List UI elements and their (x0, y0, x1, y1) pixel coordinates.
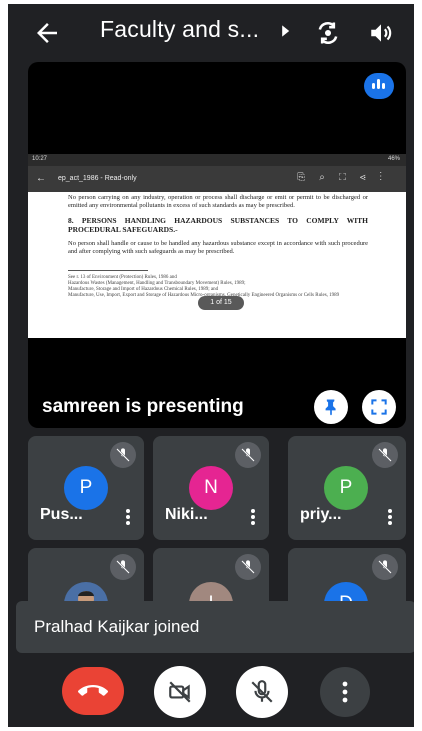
end-call-icon (78, 685, 108, 696)
back-arrow-icon[interactable] (32, 18, 62, 48)
mic-muted-badge (235, 442, 261, 468)
mic-muted-badge (110, 554, 136, 580)
shared-battery: 46% (387, 156, 400, 162)
more-vert-icon[interactable] (388, 509, 392, 525)
mic-off-icon (378, 448, 392, 462)
doc-heading: 8. PERSONS HANDLING HAZARDOUS SUBSTANCES… (68, 216, 368, 234)
participant-tile[interactable]: P priy... (288, 436, 406, 540)
audio-level-indicator (364, 73, 394, 99)
more-vert-icon[interactable] (126, 509, 130, 525)
mic-toggle-button[interactable] (236, 666, 288, 718)
shared-app-bar: ← ep_act_1986 - Read-only ⎘⌕⛶⋖⋮ (28, 166, 406, 192)
page-indicator: 1 of 15 (198, 296, 244, 310)
mic-muted-badge (372, 554, 398, 580)
mic-muted-badge (110, 442, 136, 468)
presenting-label: samreen is presenting (42, 396, 244, 417)
camera-toggle-button[interactable] (154, 666, 206, 718)
shared-clock: 10:27 (32, 156, 48, 162)
switch-camera-icon[interactable] (314, 19, 342, 47)
speaker-icon[interactable] (368, 20, 394, 46)
pin-icon (325, 399, 336, 416)
fullscreen-icon (371, 399, 387, 415)
shared-file-name: ep_act_1986 - Read-only (58, 175, 137, 182)
avatar: N (189, 466, 233, 510)
document-body: No person carrying on any industry, oper… (68, 194, 368, 299)
meet-app: Faculty and s... 10:27 46% ← ep_act_1986… (8, 4, 414, 727)
mic-muted-badge (372, 442, 398, 468)
participant-tile[interactable]: P Pus... (28, 436, 144, 540)
top-bar: Faculty and s... (8, 4, 414, 60)
join-notification: Pralhad Kaijkar joined (16, 601, 414, 653)
more-options-button[interactable] (320, 667, 370, 717)
mic-muted-badge (235, 554, 261, 580)
join-notification-text: Pralhad Kaijkar joined (34, 617, 200, 636)
doc-paragraph: No person shall handle or cause to be ha… (68, 240, 368, 255)
meeting-title[interactable]: Faculty and s... (100, 16, 259, 43)
doc-paragraph: No person carrying on any industry, oper… (68, 194, 368, 209)
shared-status-bar: 10:27 46% (28, 154, 406, 166)
fullscreen-button[interactable] (362, 390, 396, 424)
shared-document: 10:27 46% ← ep_act_1986 - Read-only ⎘⌕⛶⋖… (28, 154, 406, 338)
more-vert-icon (342, 681, 348, 703)
mic-off-icon (116, 560, 130, 574)
avatar: P (324, 466, 368, 510)
participant-name: Pus... (40, 506, 83, 523)
caret-right-icon[interactable] (278, 24, 292, 38)
mic-off-icon (241, 448, 255, 462)
pin-button[interactable] (314, 390, 348, 424)
mic-off-icon (116, 448, 130, 462)
participant-name: priy... (300, 506, 342, 523)
mic-off-icon (378, 560, 392, 574)
end-call-button[interactable] (62, 667, 124, 715)
mic-off-icon (251, 680, 273, 703)
doc-back-icon: ← (36, 173, 46, 184)
more-vert-icon[interactable] (251, 509, 255, 525)
participant-name: Niki... (165, 506, 208, 523)
avatar: P (64, 466, 108, 510)
participant-tile[interactable]: N Niki... (153, 436, 269, 540)
doc-toolbar-icons: ⎘⌕⛶⋖⋮ (297, 172, 396, 183)
presentation-tile[interactable]: 10:27 46% ← ep_act_1986 - Read-only ⎘⌕⛶⋖… (28, 62, 406, 428)
footnote-rule (68, 270, 148, 271)
camera-off-icon (169, 681, 191, 703)
mic-off-icon (241, 560, 255, 574)
